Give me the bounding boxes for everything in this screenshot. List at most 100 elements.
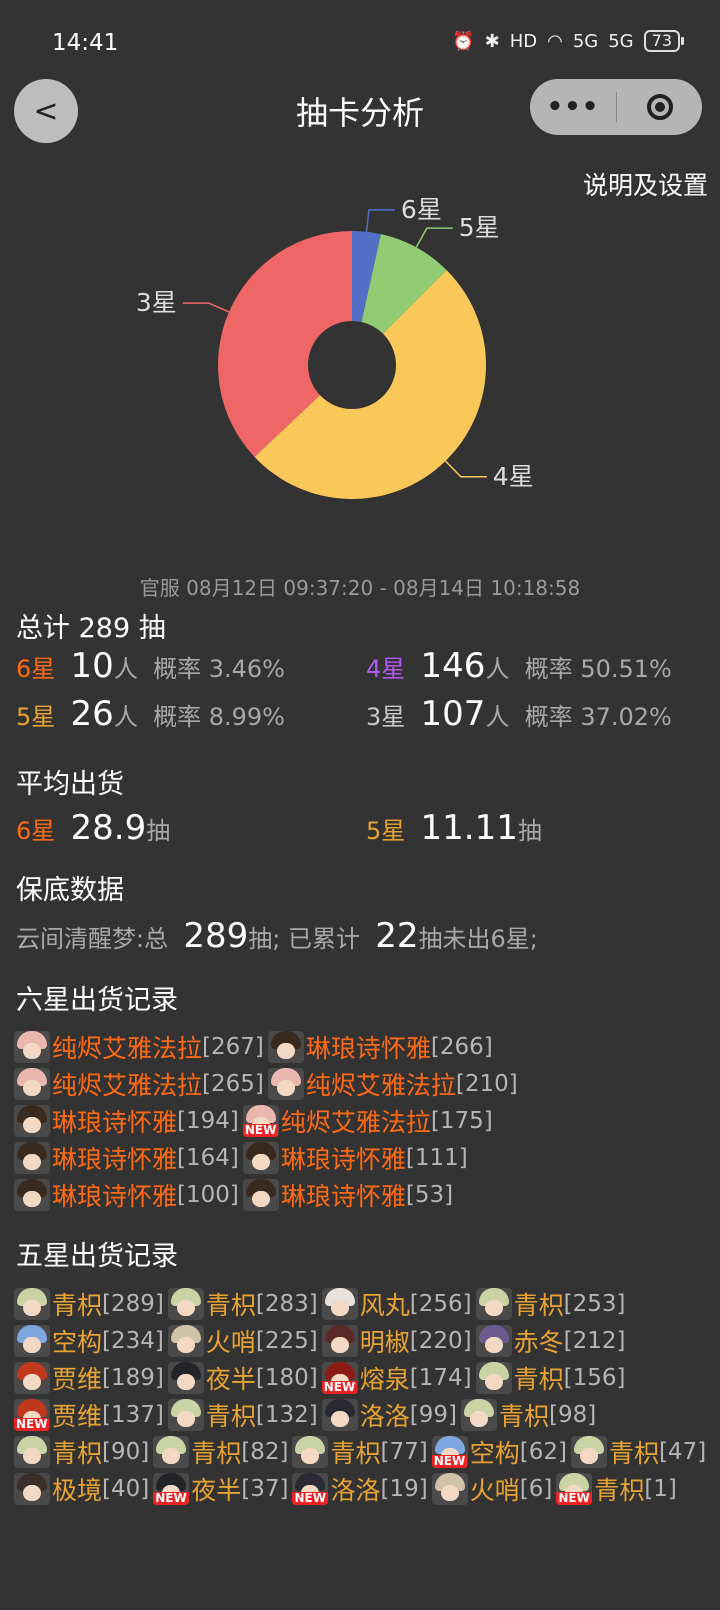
record-item: 火哨 [225] <box>167 1325 318 1357</box>
operator-name: 赤冬 <box>513 1328 564 1357</box>
operator-name: 青枳 <box>608 1439 659 1468</box>
record-item: 青枳 [98] <box>460 1399 597 1431</box>
operator-name: 琳琅诗怀雅 <box>52 1182 178 1211</box>
pull-count: [225] <box>255 1328 318 1354</box>
record-item: NEW 纯烬艾雅法拉 [175] <box>242 1105 493 1137</box>
operator-name: 火哨 <box>205 1328 256 1357</box>
pull-count: [253] <box>563 1291 626 1317</box>
avatar <box>570 1436 607 1468</box>
new-badge: NEW <box>242 1123 279 1137</box>
stat-unit: 人 <box>485 655 510 683</box>
new-badge: NEW <box>431 1454 468 1468</box>
record-item: 琳琅诗怀雅 [111] <box>242 1142 468 1174</box>
record-item: 青枳 [283] <box>167 1288 318 1320</box>
avatar <box>321 1325 358 1357</box>
record-item: 洛洛 [99] <box>321 1399 457 1431</box>
pull-count: [98] <box>549 1402 597 1428</box>
new-badge: NEW <box>14 1417 50 1431</box>
record-item: 赤冬 [212] <box>475 1325 626 1357</box>
operator-name: 极境 <box>52 1476 103 1505</box>
more-menu-button[interactable]: ••• <box>530 92 616 122</box>
record-item: 纯烬艾雅法拉 [210] <box>267 1068 518 1100</box>
stat-star: 6星 <box>16 655 56 683</box>
avatar <box>321 1399 358 1431</box>
new-badge: NEW <box>292 1491 328 1505</box>
operator-name: 夜半 <box>191 1476 242 1505</box>
pull-count: [19] <box>380 1476 428 1502</box>
operator-name: 纯烬艾雅法拉 <box>52 1071 203 1100</box>
operator-name: 火哨 <box>469 1476 520 1505</box>
avatar: NEW <box>431 1436 468 1468</box>
avatar: NEW <box>153 1473 190 1505</box>
avatar <box>14 1179 50 1211</box>
new-badge: NEW <box>556 1491 592 1505</box>
operator-name: 纯烬艾雅法拉 <box>305 1071 456 1100</box>
stat-row: 4星 146人 概率 50.51% <box>366 646 672 686</box>
operator-name: 贾维 <box>52 1402 103 1431</box>
record-item: 青枳 [132] <box>167 1399 318 1431</box>
avatar <box>14 1436 50 1468</box>
avatar <box>14 1105 50 1137</box>
operator-name: 青枳 <box>205 1291 256 1320</box>
stat-count: 107 <box>420 694 486 734</box>
record-item: 火哨 [6] <box>431 1473 552 1505</box>
record-item: 贾维 [189] <box>14 1362 164 1394</box>
close-miniapp-button[interactable] <box>617 94 702 120</box>
pull-count: [156] <box>563 1365 626 1391</box>
pity-tail: 抽未出6星; <box>418 925 538 953</box>
stat-unit: 人 <box>485 703 510 731</box>
signal-5g-icon: 5G <box>572 30 599 52</box>
avatar: NEW <box>14 1399 50 1431</box>
operator-name: 青枳 <box>513 1365 564 1394</box>
record-item: 青枳 [90] <box>14 1436 149 1468</box>
operator-name: 纯烬艾雅法拉 <box>280 1108 431 1137</box>
pity-total: 289 <box>183 916 249 956</box>
operator-name: 青枳 <box>594 1476 645 1505</box>
pull-count: [210] <box>455 1071 518 1097</box>
operator-name: 青枳 <box>330 1439 381 1468</box>
pull-count: [53] <box>405 1182 454 1208</box>
avatar <box>167 1362 204 1394</box>
avatar <box>242 1142 279 1174</box>
record-item: 琳琅诗怀雅 [53] <box>242 1179 454 1211</box>
five-star-list: 青枳 [289] 青枳 [283] 风丸 [256] 青枳 [253] 空构 [234] 火哨 [22… <box>14 1288 714 1505</box>
pull-count: [234] <box>102 1328 164 1354</box>
pie-chart: 6星 5星 4星 3星 <box>136 195 534 500</box>
stat-unit: 人 <box>113 703 138 731</box>
avatar: NEW <box>321 1362 358 1394</box>
record-item: 纯烬艾雅法拉 [267] <box>14 1031 264 1063</box>
new-badge: NEW <box>321 1380 358 1394</box>
record-item: 夜半 [180] <box>167 1362 318 1394</box>
avatar <box>14 1473 50 1505</box>
pull-count: [174] <box>409 1365 472 1391</box>
avatar <box>14 1068 50 1100</box>
operator-name: 明椒 <box>359 1328 410 1357</box>
avatar <box>292 1436 329 1468</box>
pie-label: 4星 <box>493 462 534 491</box>
pie-leader-line <box>365 209 395 232</box>
avatar: NEW <box>242 1105 279 1137</box>
clock-time: 14:41 <box>52 30 119 56</box>
pull-count: [90] <box>102 1439 150 1465</box>
pull-count: [47] <box>658 1439 707 1465</box>
operator-name: 琳琅诗怀雅 <box>52 1145 178 1174</box>
pull-count: [220] <box>409 1328 472 1354</box>
pull-count: [40] <box>102 1476 150 1502</box>
stat-rate: 概率 50.51% <box>524 655 672 683</box>
record-item: 青枳 [77] <box>292 1436 428 1468</box>
operator-name: 青枳 <box>52 1291 103 1320</box>
avg-five-row: 5星 11.11抽 <box>366 808 542 848</box>
avatar <box>167 1325 204 1357</box>
status-icons: ⏰ ✱ HD ◠ 5G 5G 73 <box>452 30 685 52</box>
operator-name: 风丸 <box>359 1291 410 1320</box>
pull-count: [137] <box>102 1402 164 1428</box>
operator-name: 洛洛 <box>359 1402 410 1431</box>
operator-name: 青枳 <box>205 1402 256 1431</box>
avg-five-unit: 抽 <box>517 817 542 845</box>
avatar <box>167 1288 204 1320</box>
pull-count: [175] <box>430 1108 493 1134</box>
total-pulls: 总计 289 抽 <box>16 613 166 644</box>
pull-count: [189] <box>102 1365 164 1391</box>
pull-count: [265] <box>202 1071 264 1097</box>
server-time-range: 官服 08月12日 09:37:20 - 08月14日 10:18:58 <box>139 576 581 600</box>
